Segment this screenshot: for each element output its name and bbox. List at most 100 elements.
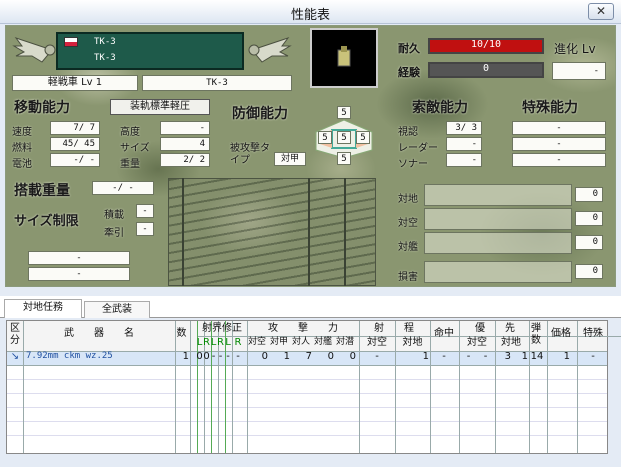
sub-range: 対空 (367, 337, 387, 348)
battery-value: -/ - (50, 153, 100, 167)
armor-left: 5 (318, 131, 332, 144)
defense-heading: 防御能力 (232, 106, 288, 122)
sub-attack: 対人 (291, 337, 310, 347)
sub-attack: 対甲 (269, 337, 288, 347)
special-slot: - (512, 137, 606, 151)
weapon-row-icon: ↘ (10, 351, 20, 362)
damage-value: 0 (575, 264, 603, 279)
air-kills-label: 対空 (398, 218, 418, 229)
fuel-label: 燃料 (12, 143, 32, 154)
radar-value: - (446, 137, 482, 151)
priority-cell: - (483, 351, 488, 362)
col-hit: 命中 (434, 328, 454, 339)
sonar-value: - (446, 153, 482, 167)
col-ammo: 弾数 (531, 323, 541, 346)
unit-type-level: 軽戦車 Lv 1 (12, 75, 138, 91)
priority-cell: 3 (504, 351, 511, 362)
armor-right: 5 (356, 131, 370, 144)
ship-kills-bar (424, 232, 572, 254)
attack-cell: 0 (261, 351, 268, 362)
col-weapon-name: 武 器 名 (64, 328, 134, 339)
unit-name-field: TK-3 (142, 75, 292, 91)
altitude-value: - (160, 121, 210, 135)
lr-cell: - (218, 351, 223, 362)
price-cell: 1 (563, 351, 570, 362)
durability-label: 耐久 (398, 42, 420, 55)
armor-front: 5 (337, 106, 351, 119)
size-label: サイズ (120, 143, 150, 154)
range-air-cell: - (375, 351, 379, 362)
col-range: 射 程 (374, 323, 414, 334)
weapon-count: 1 (182, 351, 189, 362)
evolution-label: 進化 Lv (554, 42, 596, 56)
armor-rear: 5 (337, 152, 351, 165)
cargo-heading: 搭載重量 (14, 183, 70, 199)
sub-lr: L (196, 337, 203, 348)
armor-center: 5 (337, 131, 351, 144)
altitude-label: 高度 (120, 127, 140, 138)
unit-name-panel (56, 32, 244, 70)
cargo-load-value: -/ - (92, 181, 154, 195)
cargo-extra: - (28, 251, 130, 265)
unit-name-line2: TK-3 (94, 53, 116, 63)
unit-name-line1: TK-3 (94, 37, 116, 47)
right-wing-icon (248, 32, 292, 68)
special-slot: - (512, 153, 606, 167)
damage-label: 損害 (398, 272, 418, 283)
sub-priority: 対地 (501, 337, 521, 348)
cargo-extra: - (28, 267, 130, 281)
attack-cell: 0 (349, 351, 356, 362)
tow-value: - (136, 222, 154, 236)
lr-cell: - (226, 351, 230, 362)
window-title: 性能表 (290, 8, 330, 23)
tab-all-weapons[interactable]: 全武装 (84, 301, 150, 318)
left-wing-icon (12, 32, 56, 68)
flag-icon (64, 37, 78, 47)
cargo-slot-divider (308, 178, 310, 286)
sub-attack: 対艦 (313, 337, 332, 347)
air-kills-bar (424, 208, 572, 230)
sub-priority: 対空 (467, 337, 487, 348)
sub-range: 対地 (402, 337, 423, 348)
battery-label: 電池 (12, 159, 32, 170)
weight-value: 2/ 2 (160, 153, 210, 167)
vision-label: 視認 (398, 127, 418, 138)
sub-lr: R (203, 337, 210, 348)
ship-kills-label: 対艦 (398, 242, 418, 253)
col-priority: 優 先 (475, 323, 515, 334)
radar-label: レーダー (398, 143, 438, 154)
lr-cell: - (211, 351, 216, 362)
close-button[interactable]: ✕ (588, 3, 614, 20)
sonar-label: ソナー (398, 159, 428, 170)
armor-type-button[interactable]: 装軌標準軽圧 (110, 99, 210, 115)
size-limit-heading: サイズ制限 (14, 214, 79, 229)
evolution-value: - (552, 62, 606, 80)
ground-kills-bar (424, 184, 572, 206)
priority-cell: - (466, 351, 471, 362)
exp-label: 経験 (398, 66, 420, 79)
attack-cell: 7 (305, 351, 312, 362)
unit-portrait (310, 28, 378, 88)
size-value: 4 (160, 137, 210, 151)
special-cell: - (591, 351, 595, 362)
lr-cell: - (236, 351, 240, 362)
sub-attack: 対空 (247, 337, 266, 347)
ground-kills-value: 0 (575, 187, 603, 202)
tank-icon (337, 46, 351, 67)
col-attack: 攻 撃 力 (268, 323, 338, 334)
speed-value: 7/ 7 (50, 121, 100, 135)
col-division: 区分 (10, 323, 20, 346)
speed-label: 速度 (12, 127, 32, 138)
mobility-heading: 移動能力 (14, 100, 70, 116)
range-ground-cell: 1 (422, 351, 429, 362)
carry-value: - (136, 204, 154, 218)
col-special: 特殊 (583, 328, 603, 339)
attack-cell: 1 (283, 351, 290, 362)
air-kills-value: 0 (575, 211, 603, 226)
attack-cell: 0 (327, 351, 334, 362)
weapon-name: 7.92mm ckm wz.25 (26, 351, 113, 361)
ground-kills-label: 対地 (398, 194, 418, 205)
hit-cell: - (442, 351, 446, 362)
cargo-slot-divider (182, 178, 184, 286)
tab-ground-mission[interactable]: 対地任務 (4, 299, 82, 318)
